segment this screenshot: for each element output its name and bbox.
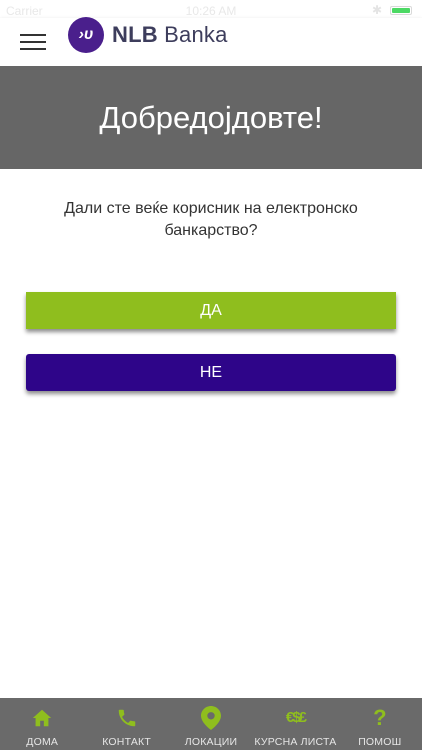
nav-label-exchange-rates: КУРСНА ЛИСТА (254, 736, 337, 748)
yes-button[interactable]: ДА (26, 292, 396, 329)
status-time: 10:26 AM (185, 4, 237, 18)
bottom-nav: ДОМА КОНТАКТ ЛОКАЦИИ €$£ КУРСНА ЛИСТА ? … (0, 698, 422, 750)
nav-label-locations: ЛОКАЦИИ (184, 736, 238, 748)
home-icon (31, 706, 53, 730)
app-header: ›υ NLB Banka (0, 17, 422, 66)
logo-text: NLB Banka (112, 22, 228, 48)
logo-mark-icon: ›υ (68, 17, 104, 53)
no-button[interactable]: НЕ (26, 354, 396, 391)
nav-label-help: ПОМОШ (358, 736, 402, 748)
existing-user-question: Дали сте веќе корисник на електронско ба… (64, 200, 358, 239)
nav-item-locations[interactable]: ЛОКАЦИИ (169, 698, 253, 750)
logo-text-rest: Banka (164, 22, 228, 47)
nav-item-contact[interactable]: КОНТАКТ (84, 698, 168, 750)
welcome-banner: Добредојдовте! (0, 66, 422, 169)
help-icon: ? (373, 705, 387, 730)
bluetooth-icon: ✱ (371, 3, 382, 17)
welcome-title: Добредојдовте! (99, 99, 323, 135)
menu-icon[interactable] (20, 34, 46, 52)
nav-label-contact: КОНТАКТ (102, 736, 151, 748)
nav-item-help[interactable]: ? ПОМОШ (338, 698, 422, 750)
logo-text-bold: NLB (112, 22, 158, 47)
nav-item-home[interactable]: ДОМА (0, 698, 84, 750)
nav-item-exchange-rates[interactable]: €$£ КУРСНА ЛИСТА (253, 698, 337, 750)
phone-icon (116, 706, 138, 730)
nlb-banka-logo: ›υ NLB Banka (68, 17, 228, 53)
currency-icon: €$£ (285, 709, 307, 726)
nav-label-home: ДОМА (26, 736, 59, 748)
yes-button-label: ДА (200, 301, 222, 319)
map-pin-icon (201, 706, 222, 730)
no-button-label: НЕ (199, 363, 223, 381)
battery-icon (390, 6, 412, 15)
